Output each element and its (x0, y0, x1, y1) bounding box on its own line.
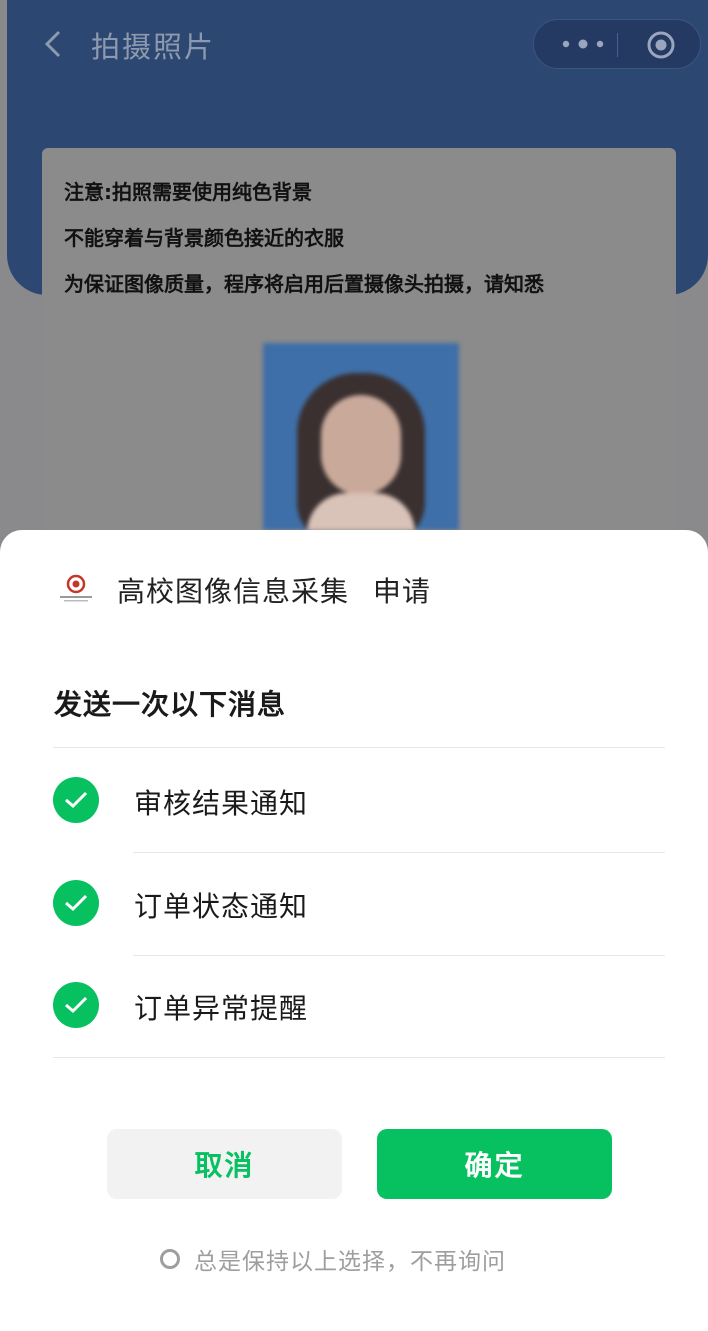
divider (133, 955, 665, 956)
app-title: 高校图像信息采集 申请 (117, 570, 431, 610)
more-dots-icon[interactable] (558, 34, 608, 54)
target-circle-icon[interactable] (646, 30, 676, 60)
divider (53, 1057, 665, 1058)
message-option-label: 订单异常提醒 (134, 992, 309, 1025)
notice-line-3: 为保证图像质量，程序将启用后置摄像头拍摄，请知悉 (64, 272, 544, 296)
message-option-row[interactable]: 订单异常提醒 (53, 975, 665, 1035)
divider (133, 852, 665, 853)
message-option-row[interactable]: 审核结果通知 (53, 770, 665, 830)
radio-circle-icon[interactable] (160, 1249, 180, 1269)
remember-choice-toggle[interactable]: 总是保持以上选择，不再询问 (160, 1243, 506, 1275)
capsule-divider (617, 33, 618, 57)
message-option-row[interactable]: 订单状态通知 (53, 873, 665, 933)
remember-choice-label: 总是保持以上选择，不再询问 (194, 1249, 506, 1275)
sample-portrait-photo (263, 343, 459, 530)
request-word: 申请 (372, 575, 431, 608)
confirm-button[interactable]: 确定 (377, 1129, 612, 1199)
notice-line-1: 注意:拍照需要使用纯色背景 (64, 180, 312, 204)
app-name: 高校图像信息采集 (117, 575, 350, 608)
notice-line-2: 不能穿着与背景颜色接近的衣服 (64, 226, 344, 250)
chevron-left-icon[interactable] (37, 26, 73, 62)
app-logo-icon (60, 574, 92, 602)
section-title: 发送一次以下消息 (54, 688, 287, 721)
checkmark-icon[interactable] (53, 982, 99, 1028)
message-option-label: 订单状态通知 (134, 890, 309, 923)
cancel-button[interactable]: 取消 (107, 1129, 342, 1199)
message-option-label: 审核结果通知 (134, 787, 309, 820)
checkmark-icon[interactable] (53, 777, 99, 823)
checkmark-icon[interactable] (53, 880, 99, 926)
mini-program-capsule (533, 19, 701, 69)
page-title: 拍摄照片 (91, 30, 216, 64)
divider (53, 747, 665, 748)
